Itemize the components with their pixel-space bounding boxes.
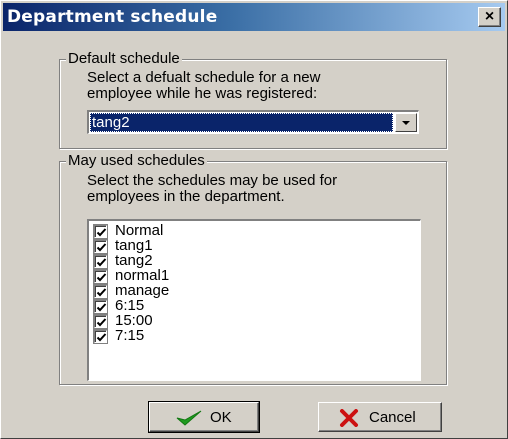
default-schedule-description-line2: employee while he was registered:	[87, 85, 318, 102]
checkbox-checked-icon[interactable]	[94, 300, 107, 313]
close-button[interactable]: ×	[478, 7, 501, 27]
checkbox-checked-icon[interactable]	[94, 270, 107, 283]
close-icon: ×	[484, 8, 495, 25]
list-item[interactable]: Normal	[94, 223, 420, 238]
schedules-checklist[interactable]: Normal tang1 tang2 normal1 manage 6:15 1…	[87, 219, 421, 381]
checkbox-checked-icon[interactable]	[94, 240, 107, 253]
red-x-icon	[339, 409, 359, 431]
checkbox-checked-icon[interactable]	[94, 285, 107, 298]
list-item-label: normal1	[115, 267, 170, 284]
list-item[interactable]: normal1	[94, 268, 420, 283]
list-item-label: tang2	[115, 252, 153, 269]
ok-button[interactable]: OK	[148, 401, 260, 433]
cancel-button[interactable]: Cancel	[318, 402, 442, 432]
default-schedule-dropdown[interactable]: tang2	[87, 110, 419, 134]
list-item[interactable]: 15:00	[94, 313, 420, 328]
title-bar[interactable]: Department schedule ×	[3, 3, 505, 31]
used-schedules-description-line2: employees in the department.	[87, 188, 285, 205]
list-item-label: manage	[115, 282, 170, 299]
list-item-label: 15:00	[115, 312, 153, 329]
checkbox-checked-icon[interactable]	[94, 315, 107, 328]
dropdown-arrow-icon[interactable]	[395, 113, 417, 132]
window-title: Department schedule	[7, 7, 218, 27]
list-item[interactable]: 6:15	[94, 298, 420, 313]
list-item[interactable]: tang1	[94, 238, 420, 253]
list-item[interactable]: 7:15	[94, 328, 420, 343]
checkbox-checked-icon[interactable]	[94, 255, 107, 268]
department-schedule-dialog: Department schedule × Default schedule S…	[0, 0, 508, 439]
checkbox-checked-icon[interactable]	[94, 225, 107, 238]
list-item[interactable]: tang2	[94, 253, 420, 268]
list-item[interactable]: manage	[94, 283, 420, 298]
green-checkmark-icon	[174, 409, 204, 431]
checkbox-checked-icon[interactable]	[94, 330, 107, 343]
cancel-button-label: Cancel	[369, 409, 416, 426]
ok-button-label: OK	[210, 409, 232, 426]
default-schedule-selected-value[interactable]: tang2	[90, 113, 393, 132]
list-item-label: 7:15	[115, 327, 145, 344]
list-item-label: Normal	[115, 222, 164, 239]
list-item-label: 6:15	[115, 297, 145, 314]
list-item-label: tang1	[115, 237, 153, 254]
default-schedule-legend: Default schedule	[66, 50, 182, 68]
used-schedules-legend: May used schedules	[66, 152, 207, 170]
